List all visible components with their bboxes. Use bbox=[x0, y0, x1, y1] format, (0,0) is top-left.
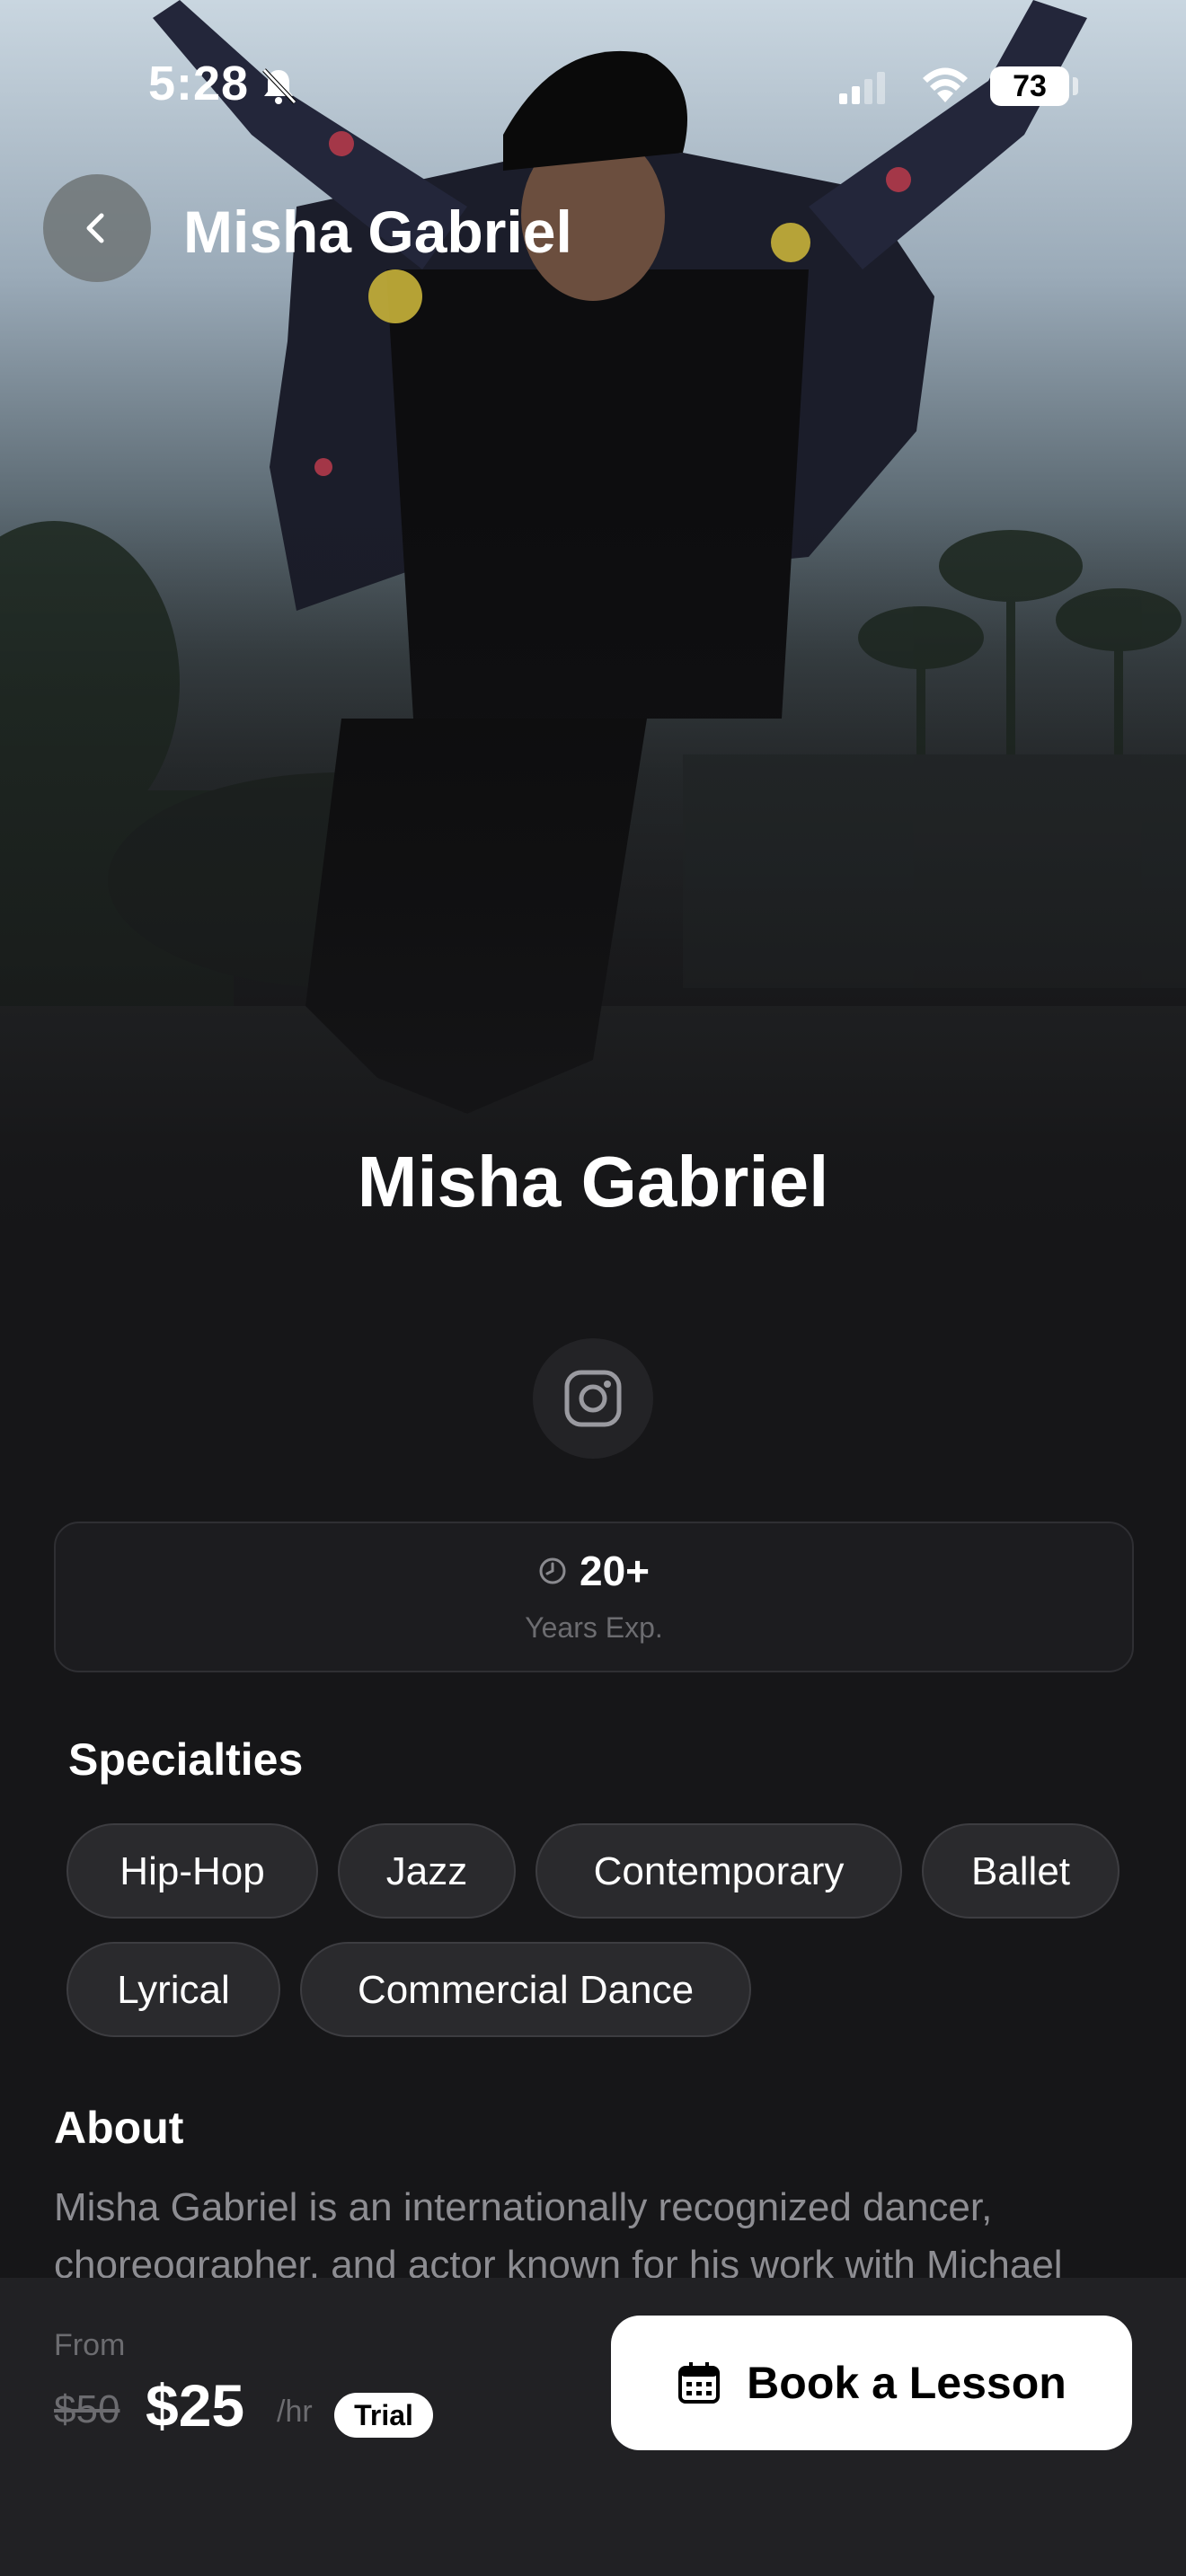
chip-hip-hop[interactable]: Hip-Hop bbox=[66, 1823, 318, 1919]
about-title: About bbox=[54, 2103, 184, 2153]
battery-tip bbox=[1073, 77, 1078, 95]
specialties-title: Specialties bbox=[68, 1734, 304, 1785]
old-price: $50 bbox=[54, 2387, 120, 2431]
price: $25 bbox=[146, 2372, 245, 2439]
profile-name: Misha Gabriel bbox=[357, 1142, 829, 1222]
chip-commercial-dance[interactable]: Commercial Dance bbox=[300, 1942, 751, 2037]
back-button[interactable] bbox=[43, 174, 151, 282]
bell-slash-icon bbox=[262, 68, 296, 104]
experience-value: 20+ bbox=[579, 1548, 651, 1594]
status-time: 5:28 bbox=[148, 57, 250, 110]
clock-icon bbox=[539, 1557, 566, 1584]
chip-contemporary[interactable]: Contemporary bbox=[535, 1823, 902, 1919]
signal-icon bbox=[839, 72, 885, 104]
book-lesson-label: Book a Lesson bbox=[747, 2358, 1067, 2408]
experience-label: Years Exp. bbox=[525, 1611, 663, 1644]
from-label: From bbox=[54, 2328, 126, 2362]
trial-badge: Trial bbox=[334, 2393, 433, 2438]
chip-ballet[interactable]: Ballet bbox=[922, 1823, 1120, 1919]
battery-indicator: 73 bbox=[990, 66, 1069, 106]
hero-photo bbox=[0, 0, 1186, 1257]
chevron-left-icon bbox=[86, 213, 104, 243]
instagram-icon bbox=[564, 1370, 622, 1427]
calendar-icon bbox=[678, 2362, 721, 2404]
experience-card: 20+ Years Exp. bbox=[54, 1522, 1134, 1672]
status-bar: 5:28 73 bbox=[0, 0, 1186, 110]
about-text: Misha Gabriel is an internationally reco… bbox=[54, 2185, 1063, 2287]
nav-title: Misha Gabriel bbox=[183, 198, 572, 265]
wifi-icon bbox=[923, 67, 968, 102]
book-lesson-button[interactable]: Book a Lesson bbox=[611, 2316, 1132, 2450]
chip-jazz[interactable]: Jazz bbox=[338, 1823, 516, 1919]
chip-lyrical[interactable]: Lyrical bbox=[66, 1942, 280, 2037]
price-unit: /hr bbox=[277, 2395, 313, 2429]
instagram-button[interactable] bbox=[533, 1338, 653, 1459]
